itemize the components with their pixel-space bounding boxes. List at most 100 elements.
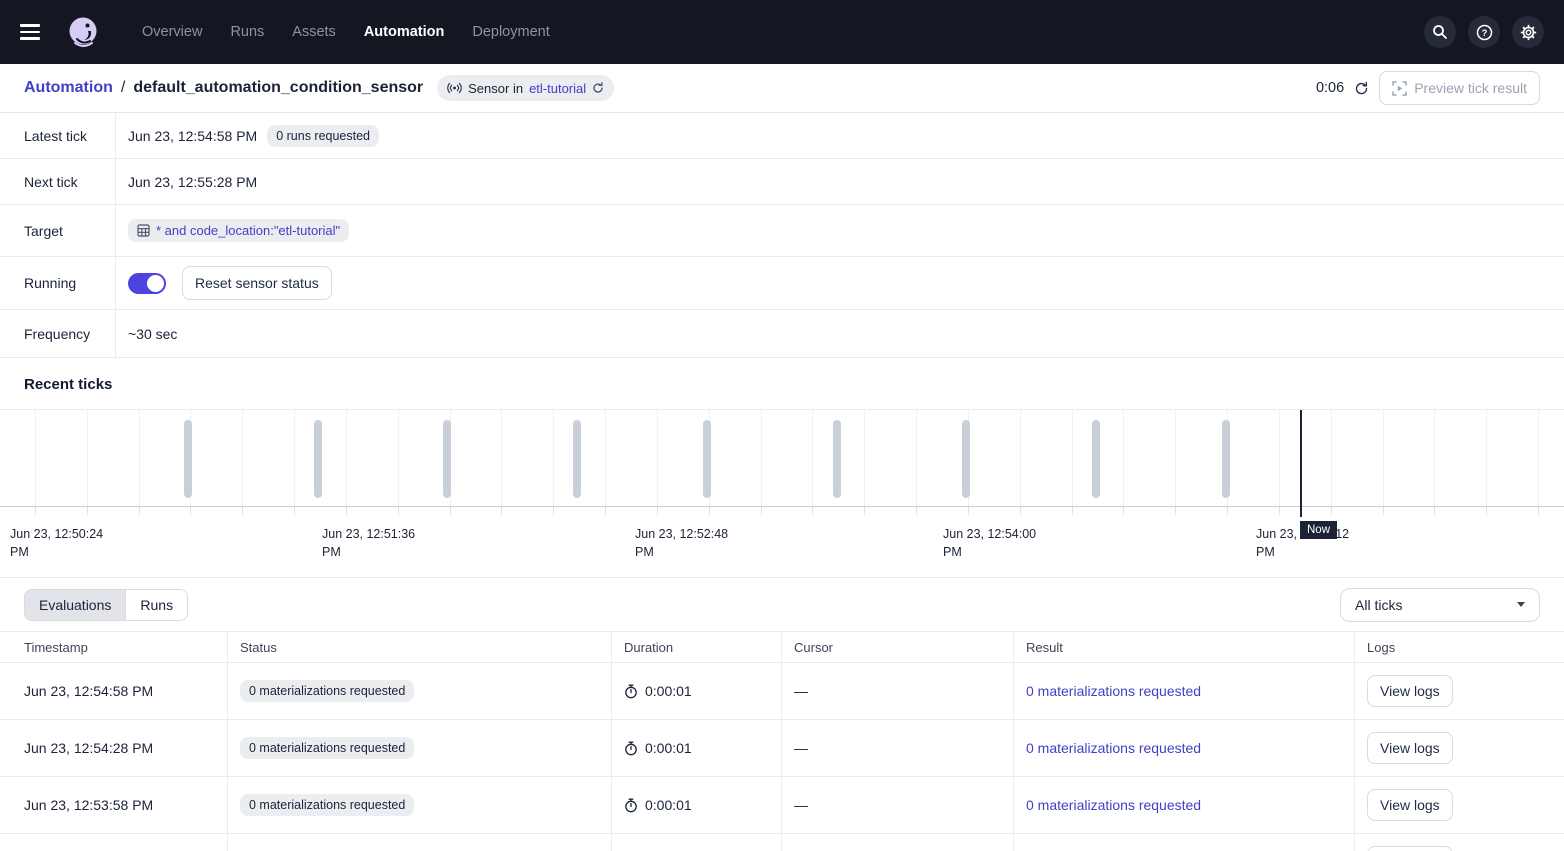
nav-item-deployment[interactable]: Deployment — [472, 24, 549, 40]
cell-status: 0 materializations requested — [228, 720, 612, 776]
tick-filter-select[interactable]: All ticks — [1340, 588, 1540, 622]
column-header-cursor: Cursor — [782, 632, 1014, 662]
timeline-gridline — [242, 410, 243, 506]
search-icon[interactable] — [1424, 16, 1456, 48]
timeline-axis-label: Jun 23, 12:52:48 PM — [635, 525, 735, 561]
axis-tick-mark — [501, 507, 502, 515]
refresh-countdown: 0:06 — [1316, 80, 1344, 96]
column-header-timestamp: Timestamp — [0, 632, 228, 662]
result-link[interactable]: 0 materializations requested — [1026, 683, 1201, 699]
results-toolbar: Evaluations Runs All ticks — [0, 578, 1564, 631]
page-title: default_automation_condition_sensor — [133, 79, 423, 97]
dagster-logo-icon[interactable] — [64, 13, 102, 51]
status-badge: 0 materializations requested — [240, 680, 414, 702]
sensor-details: Latest tick Jun 23, 12:54:58 PM 0 runs r… — [0, 113, 1564, 358]
axis-tick-mark — [1227, 507, 1228, 515]
view-logs-button[interactable]: View logs — [1367, 846, 1453, 851]
refresh-icon[interactable] — [1354, 81, 1369, 96]
ticks-timeline-chart[interactable] — [0, 409, 1564, 507]
timeline-gridline — [139, 410, 140, 506]
column-header-result: Result — [1014, 632, 1355, 662]
axis-tick-mark — [1279, 507, 1280, 515]
timeline-gridline — [294, 410, 295, 506]
recent-ticks-section: Recent ticks Jun 23, 12:50:24 PMJun 23, … — [0, 358, 1564, 578]
top-nav: Overview Runs Assets Automation Deployment ? — [0, 0, 1564, 64]
nav-item-automation[interactable]: Automation — [364, 24, 445, 40]
axis-tick-mark — [1175, 507, 1176, 515]
status-badge: 0 materializations requested — [240, 794, 414, 816]
timeline-gridline — [1331, 410, 1332, 506]
timeline-gridline — [1538, 410, 1539, 506]
axis-tick-mark — [1072, 507, 1073, 515]
axis-tick-mark — [346, 507, 347, 515]
tick-bar[interactable] — [833, 420, 841, 498]
timeline-gridline — [553, 410, 554, 506]
tick-bar[interactable] — [573, 420, 581, 498]
timeline-gridline — [1279, 410, 1280, 506]
next-tick-row: Next tick Jun 23, 12:55:28 PM — [0, 159, 1564, 205]
help-icon[interactable]: ? — [1468, 16, 1500, 48]
sensor-icon — [447, 82, 462, 94]
result-link[interactable]: 0 materializations requested — [1026, 797, 1201, 813]
view-logs-button[interactable]: View logs — [1367, 732, 1453, 764]
timeline-axis-labels: Jun 23, 12:50:24 PMJun 23, 12:51:36 PMJu… — [0, 517, 1564, 565]
target-selection-pill[interactable]: * and code_location:"etl-tutorial" — [128, 219, 349, 242]
cell-result: 0 materializations requested — [1014, 720, 1355, 776]
running-toggle[interactable] — [128, 273, 166, 294]
timeline-gridline — [35, 410, 36, 506]
axis-tick-mark — [864, 507, 865, 515]
cell-timestamp: Jun 23, 12:53:28 PM — [0, 834, 228, 851]
nav-right: ? — [1424, 16, 1544, 48]
target-row: Target * and code_location:"etl-tutorial… — [0, 205, 1564, 257]
timeline-gridline — [605, 410, 606, 506]
axis-tick-mark — [139, 507, 140, 515]
tick-bar[interactable] — [1092, 420, 1100, 498]
view-logs-button[interactable]: View logs — [1367, 675, 1453, 707]
tick-bar[interactable] — [314, 420, 322, 498]
breadcrumb-separator: / — [121, 79, 125, 97]
now-badge: Now — [1300, 521, 1337, 539]
chevron-down-icon — [1517, 602, 1525, 607]
menu-icon[interactable] — [20, 20, 44, 44]
sensor-location-badge: Sensor in etl-tutorial — [437, 75, 614, 101]
axis-tick-mark — [657, 507, 658, 515]
nav-item-assets[interactable]: Assets — [292, 24, 336, 40]
axis-tick-mark — [553, 507, 554, 515]
cell-result: 0 materializations requested — [1014, 777, 1355, 833]
timeline-gridline — [1020, 410, 1021, 506]
nav-item-runs[interactable]: Runs — [230, 24, 264, 40]
reset-sensor-status-button[interactable]: Reset sensor status — [182, 266, 332, 300]
cell-duration: 0:00:01 — [612, 834, 782, 851]
cell-cursor: — — [782, 720, 1014, 776]
evaluation-row: Jun 23, 12:54:28 PM0 materializations re… — [0, 720, 1564, 777]
reload-location-icon[interactable] — [592, 82, 604, 94]
now-marker-line — [1300, 507, 1302, 517]
svg-text:?: ? — [1481, 28, 1487, 39]
tab-runs[interactable]: Runs — [125, 590, 187, 620]
tick-bar[interactable] — [703, 420, 711, 498]
axis-tick-mark — [1538, 507, 1539, 515]
tab-evaluations[interactable]: Evaluations — [25, 590, 125, 620]
view-logs-button[interactable]: View logs — [1367, 789, 1453, 821]
cell-status: 0 materializations requested — [228, 777, 612, 833]
tick-bar[interactable] — [962, 420, 970, 498]
evaluation-row: Jun 23, 12:54:58 PM0 materializations re… — [0, 663, 1564, 720]
cell-logs: View logs — [1355, 834, 1564, 851]
timeline-axis-label: Jun 23, 12:51:36 PM — [322, 525, 422, 561]
tick-bar[interactable] — [184, 420, 192, 498]
preview-tick-result-button[interactable]: Preview tick result — [1379, 71, 1540, 105]
latest-tick-label: Latest tick — [0, 113, 116, 158]
axis-tick-mark — [709, 507, 710, 515]
nav-item-overview[interactable]: Overview — [142, 24, 202, 40]
cell-status: 0 materializations requested — [228, 834, 612, 851]
settings-gear-icon[interactable] — [1512, 16, 1544, 48]
tick-bar[interactable] — [443, 420, 451, 498]
stopwatch-icon — [624, 798, 638, 813]
breadcrumb-automation-link[interactable]: Automation — [24, 79, 113, 97]
result-link[interactable]: 0 materializations requested — [1026, 740, 1201, 756]
axis-tick-mark — [1331, 507, 1332, 515]
cell-timestamp: Jun 23, 12:53:58 PM — [0, 777, 228, 833]
code-location-link[interactable]: etl-tutorial — [529, 81, 586, 96]
tick-bar[interactable] — [1222, 420, 1230, 498]
target-selection-link[interactable]: * and code_location:"etl-tutorial" — [156, 223, 340, 238]
